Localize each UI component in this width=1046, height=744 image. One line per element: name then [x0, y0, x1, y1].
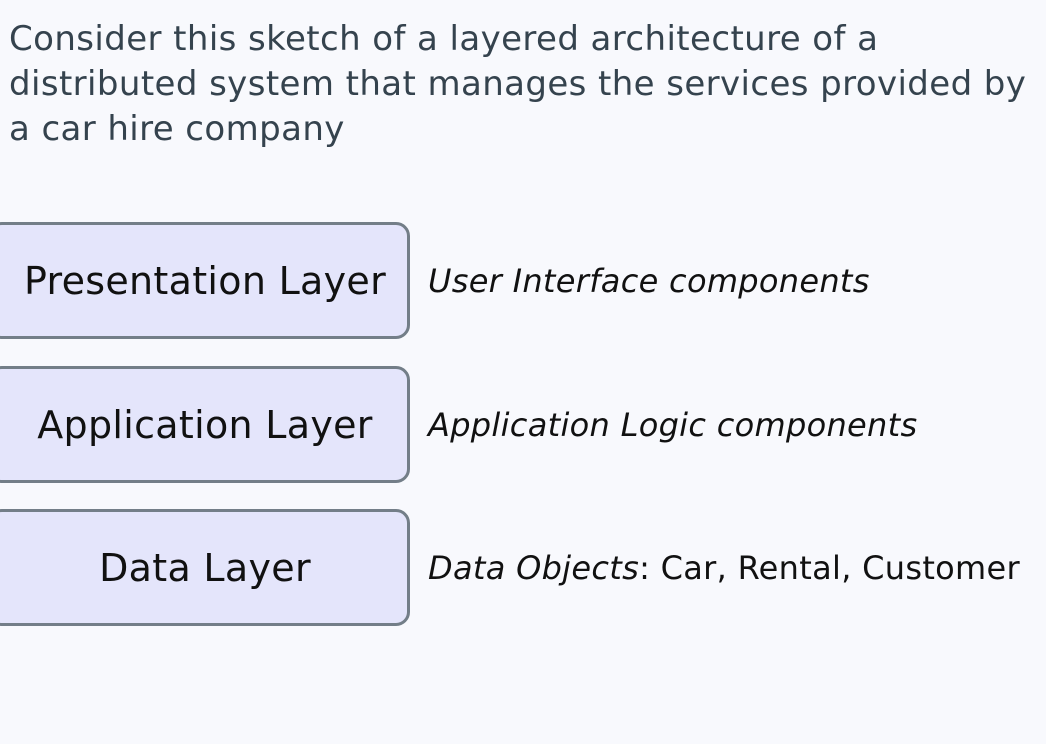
presentation-layer-label: Presentation Layer	[23, 258, 387, 303]
data-layer-description-italic: Data Objects	[428, 549, 640, 587]
intro-text: Consider this sketch of a layered archit…	[9, 19, 1027, 149]
data-layer-description-plain: : Car, Rental, Customer	[639, 549, 1020, 587]
presentation-layer-box: Presentation Layer	[0, 222, 410, 339]
data-layer-box: Data Layer	[0, 509, 410, 626]
presentation-layer-description-italic: User Interface components	[428, 262, 870, 300]
application-layer-description-italic: Application Logic components	[428, 406, 918, 444]
data-layer-label: Data Layer	[99, 545, 311, 590]
presentation-layer-description: User Interface components	[428, 262, 870, 300]
application-layer-box: Application Layer	[0, 366, 410, 483]
data-layer-description: Data Objects: Car, Rental, Customer	[428, 549, 1020, 587]
application-layer-label: Application Layer	[37, 402, 373, 447]
application-layer-description: Application Logic components	[428, 406, 917, 444]
